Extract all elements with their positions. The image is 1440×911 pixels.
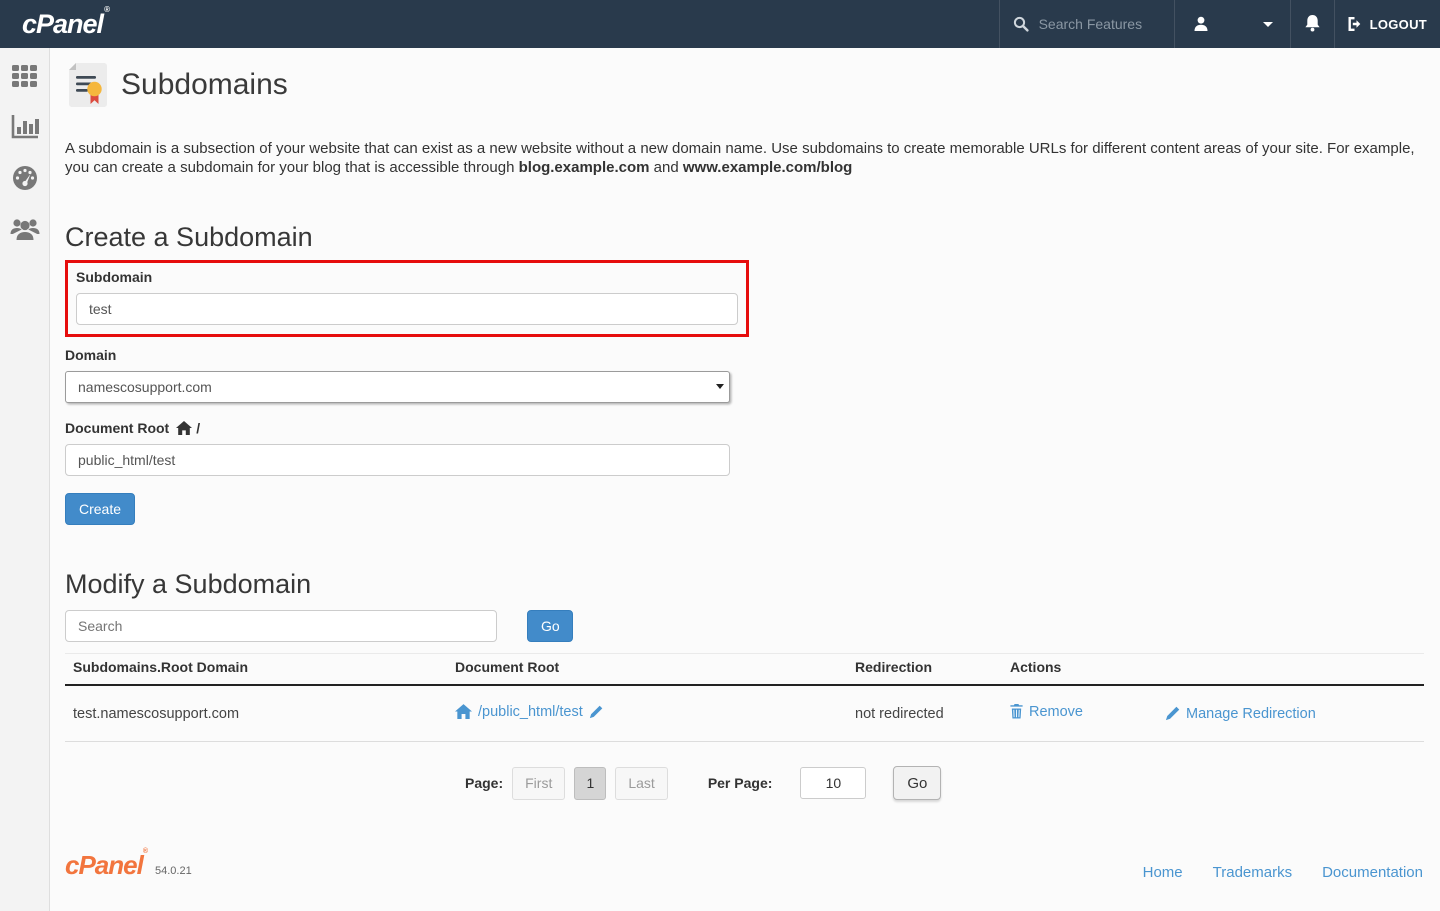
- footer-link-trademarks[interactable]: Trademarks: [1213, 864, 1292, 881]
- subdomain-label: Subdomain: [76, 269, 738, 285]
- manage-redirection-link[interactable]: Manage Redirection: [1165, 706, 1316, 722]
- docroot-input[interactable]: [65, 444, 730, 476]
- topbar-search[interactable]: [999, 0, 1174, 48]
- topbar: cPanel® LOGOUT: [0, 0, 1440, 48]
- bell-icon: [1303, 14, 1322, 34]
- pencil-icon: [1165, 706, 1180, 721]
- cell-redirection: not redirected: [847, 685, 1002, 742]
- subdomains-table: Subdomains.Root Domain Document Root Red…: [65, 653, 1424, 743]
- domain-select[interactable]: namescosupport.com: [65, 371, 730, 403]
- docroot-link[interactable]: /public_html/test: [455, 704, 603, 720]
- docroot-field-group: Document Root /: [65, 420, 1424, 476]
- per-page-input[interactable]: [800, 767, 866, 799]
- gauge-icon: [11, 165, 39, 191]
- remove-link[interactable]: Remove: [1010, 704, 1083, 720]
- logout-label: LOGOUT: [1370, 17, 1427, 32]
- domain-field-group: Domain namescosupport.com: [65, 347, 1424, 403]
- pagination-first-button[interactable]: First: [512, 767, 565, 800]
- footer: cPanel® 54.0.21 Home Trademarks Document…: [65, 850, 1424, 881]
- home-icon: [176, 421, 192, 435]
- cell-docroot: /public_html/test: [447, 685, 847, 742]
- example-subdomain: blog.example.com: [519, 159, 650, 176]
- domain-label: Domain: [65, 347, 1424, 363]
- table-search-input[interactable]: [65, 610, 497, 642]
- footer-link-home[interactable]: Home: [1143, 864, 1183, 881]
- sidebar-item-statistics[interactable]: [10, 112, 40, 142]
- pagination-last-button[interactable]: Last: [615, 767, 667, 800]
- search-icon: [1013, 16, 1029, 32]
- search-go-button[interactable]: Go: [527, 610, 573, 642]
- table-row: test.namescosupport.com /public_html/tes…: [65, 685, 1424, 742]
- notifications-button[interactable]: [1290, 0, 1334, 48]
- page-header: Subdomains: [65, 62, 1424, 108]
- footer-links: Home Trademarks Documentation: [1143, 864, 1423, 881]
- per-page-label: Per Page:: [708, 775, 773, 791]
- pagination-current-page[interactable]: 1: [574, 767, 606, 800]
- user-menu[interactable]: [1174, 0, 1290, 48]
- registered-mark: ®: [104, 5, 110, 14]
- bar-chart-icon: [11, 114, 39, 140]
- per-page-go-button[interactable]: Go: [893, 766, 941, 800]
- grid-icon: [12, 65, 37, 87]
- sidebar: [0, 48, 50, 911]
- page-label: Page:: [465, 775, 503, 791]
- header-docroot: Document Root: [447, 653, 847, 685]
- header-actions: Actions: [1002, 653, 1424, 685]
- cell-subdomain: test.namescosupport.com: [65, 685, 447, 742]
- table-header-row: Subdomains.Root Domain Document Root Red…: [65, 653, 1424, 685]
- main-content: Subdomains A subdomain is a subsection o…: [50, 48, 1440, 911]
- pencil-icon: [589, 705, 603, 719]
- create-button[interactable]: Create: [65, 493, 135, 525]
- topbar-right: LOGOUT: [999, 0, 1440, 48]
- sidebar-item-features[interactable]: [10, 61, 40, 91]
- modify-subdomain-heading: Modify a Subdomain: [65, 569, 1424, 600]
- pagination: Page: First 1 Last Per Page: Go: [465, 766, 1424, 800]
- cpanel-footer-logo: cPanel®: [65, 850, 147, 881]
- create-subdomain-heading: Create a Subdomain: [65, 222, 1424, 253]
- sidebar-item-dashboard[interactable]: [10, 163, 40, 193]
- cell-actions: Remove Manage Redirection: [1002, 685, 1424, 742]
- footer-brand: cPanel® 54.0.21: [65, 850, 192, 881]
- logout-button[interactable]: LOGOUT: [1334, 0, 1440, 48]
- page-shell: Subdomains A subdomain is a subsection o…: [0, 48, 1440, 911]
- chevron-down-icon: [1263, 22, 1273, 27]
- table-search-row: Go: [65, 610, 1424, 642]
- example-url: www.example.com/blog: [683, 159, 852, 176]
- subdomain-input[interactable]: [76, 293, 738, 325]
- cpanel-logo: cPanel®: [22, 9, 109, 40]
- version-label: 54.0.21: [155, 865, 192, 877]
- select-caret-icon: [716, 372, 724, 402]
- users-icon: [10, 216, 40, 242]
- subdomains-page-icon: [65, 62, 109, 108]
- home-icon: [455, 704, 472, 719]
- page-title: Subdomains: [121, 68, 288, 102]
- domain-selected-value: namescosupport.com: [78, 379, 212, 395]
- page-description: A subdomain is a subsection of your webs…: [65, 140, 1424, 178]
- header-redirection: Redirection: [847, 653, 1002, 685]
- subdomain-field-highlight: Subdomain: [65, 260, 749, 337]
- header-subdomain: Subdomains.Root Domain: [65, 653, 447, 685]
- logout-icon: [1347, 16, 1364, 32]
- docroot-label: Document Root /: [65, 420, 1424, 436]
- search-features-input[interactable]: [1039, 16, 1159, 32]
- footer-link-documentation[interactable]: Documentation: [1322, 864, 1423, 881]
- trash-icon: [1010, 704, 1023, 719]
- sidebar-item-users[interactable]: [10, 214, 40, 244]
- user-icon: [1192, 15, 1210, 33]
